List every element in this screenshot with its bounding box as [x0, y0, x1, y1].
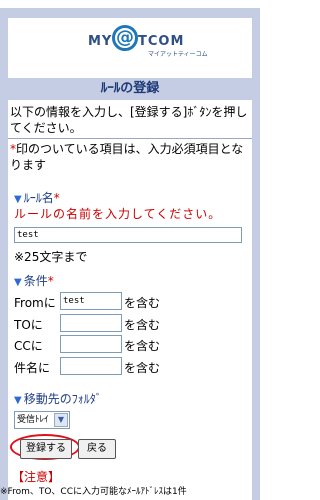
condition-to-label: TOに — [14, 318, 43, 332]
condition-cc-suffix: を含む — [124, 339, 161, 353]
frame-left — [0, 18, 8, 500]
conditions-heading: ▼ 条件* — [14, 272, 54, 289]
condition-subject-label: 件名に — [14, 361, 51, 375]
condition-from-label: Fromに — [14, 296, 56, 310]
rule-name-prompt: ルールの名前を入力してください。 — [14, 207, 222, 221]
triangle-down-icon: ▼ — [14, 194, 22, 205]
triangle-down-icon: ▼ — [14, 395, 22, 406]
required-note: *印のついている項目は、入力必須項目となります — [10, 141, 250, 173]
logo-text-left: MY — [88, 34, 113, 49]
condition-to-suffix: を含む — [124, 318, 161, 332]
intro-text: 以下の情報を入力し、[登録する]ﾎﾞﾀﾝを押してください。 — [10, 105, 248, 135]
condition-cc-label: CCに — [14, 339, 43, 353]
required-mark: * — [47, 274, 54, 288]
condition-cc-input[interactable] — [60, 335, 122, 353]
condition-from-input[interactable] — [60, 292, 122, 310]
condition-from-suffix: を含む — [124, 296, 161, 310]
caution-heading: 【注意】 — [12, 470, 61, 484]
frame-right — [252, 18, 260, 500]
conditions-label: 条件 — [23, 274, 48, 288]
logo-subtitle: マイアットティーコム — [148, 51, 208, 58]
folder-select[interactable]: 受信ﾄﾚｲ ▼ — [14, 411, 70, 429]
condition-subject-input[interactable] — [60, 357, 122, 375]
required-mark: * — [53, 191, 60, 205]
folder-heading: ▼ 移動先のﾌｫﾙﾀﾞ — [14, 390, 102, 407]
submit-button[interactable]: 登録する — [20, 439, 72, 459]
rule-name-input[interactable] — [14, 227, 242, 243]
rule-name-label: ﾙｰﾙ名 — [23, 191, 54, 205]
folder-label: 移動先のﾌｫﾙﾀﾞ — [23, 392, 102, 406]
logo-at-icon: @ — [112, 25, 138, 51]
top-band — [0, 8, 260, 18]
condition-to-input[interactable] — [60, 314, 122, 332]
folder-selected-value: 受信ﾄﾚｲ — [17, 415, 49, 425]
rule-name-limit-note: ※25文字まで — [14, 250, 88, 264]
required-note-text: 印のついている項目は、入力必須項目となります — [10, 142, 244, 172]
chevron-down-icon[interactable]: ▼ — [54, 413, 68, 427]
page-title: ﾙｰﾙの登録 — [8, 78, 252, 100]
triangle-down-icon: ▼ — [14, 277, 22, 288]
back-button[interactable]: 戻る — [78, 439, 116, 459]
divider — [8, 138, 252, 139]
mytcom-logo: MY @ TCOM マイアットティーコム — [88, 22, 208, 62]
footer-note: ※From、TO、CCに入力可能なﾒｰﾙｱﾄﾞﾚｽは1件 — [0, 487, 187, 497]
rule-name-heading: ▼ ﾙｰﾙ名* — [14, 189, 60, 206]
logo-text-right: TCOM — [138, 34, 185, 49]
condition-subject-suffix: を含む — [124, 361, 161, 375]
